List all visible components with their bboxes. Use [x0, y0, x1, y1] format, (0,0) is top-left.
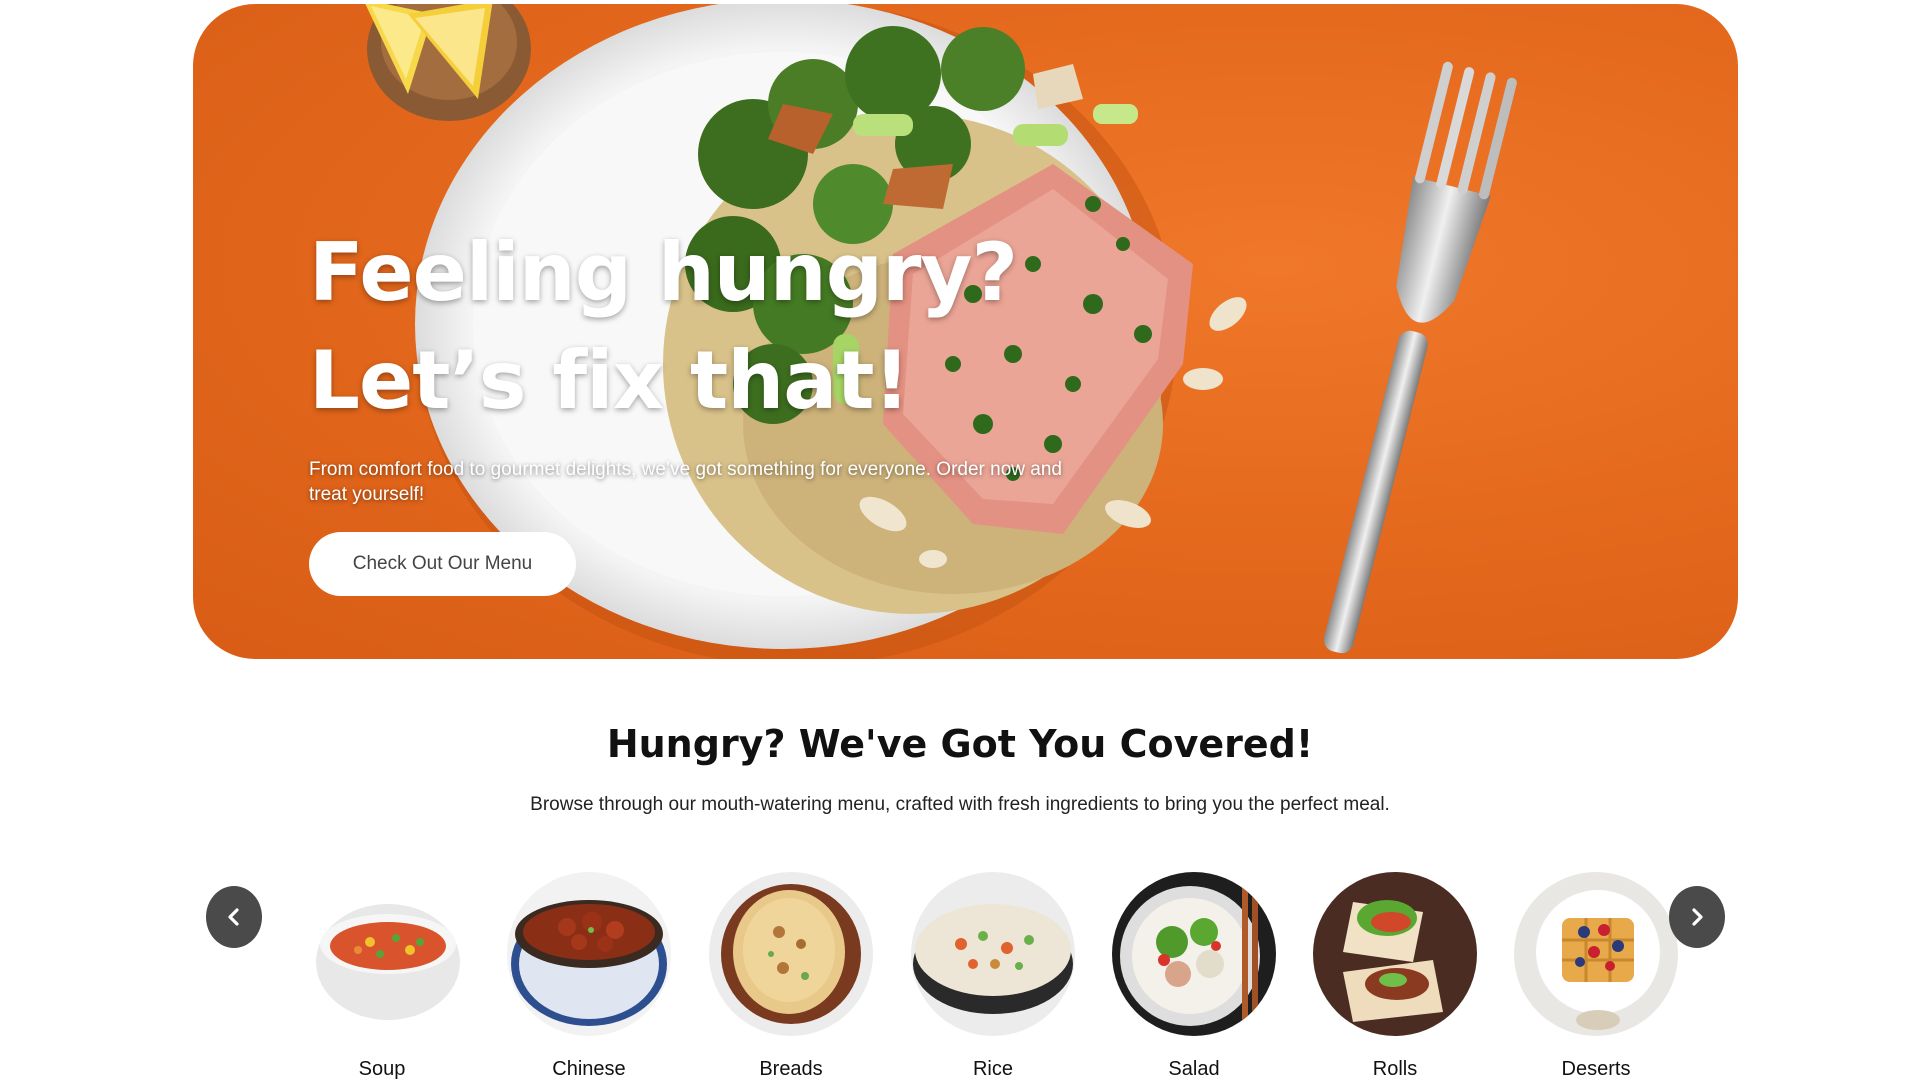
chinese-image — [507, 872, 671, 1036]
category-item-soup[interactable]: Soup — [300, 872, 464, 1080]
chevron-left-icon — [228, 908, 239, 926]
chevron-right-icon — [1692, 908, 1703, 926]
category-item-breads[interactable]: Breads — [709, 872, 873, 1080]
hero-title: Feeling hungry? Let’s fix that! — [309, 219, 1129, 435]
category-item-salad[interactable]: Salad — [1112, 872, 1276, 1080]
category-label: Rolls — [1372, 1058, 1418, 1080]
deserts-image — [1514, 872, 1678, 1036]
soup-image — [300, 872, 464, 1036]
hero-text-block: Feeling hungry? Let’s fix that! From com… — [309, 219, 1129, 507]
breads-image — [709, 872, 873, 1036]
category-label: Soup — [358, 1058, 406, 1080]
carousel-prev-button[interactable] — [206, 886, 262, 948]
hero-banner: Feeling hungry? Let’s fix that! From com… — [193, 4, 1738, 659]
check-menu-button[interactable]: Check Out Our Menu — [309, 532, 576, 596]
category-label: Salad — [1168, 1058, 1220, 1080]
carousel-next-button[interactable] — [1669, 886, 1725, 948]
rolls-image — [1313, 872, 1477, 1036]
salad-image — [1112, 872, 1276, 1036]
category-label: Rice — [972, 1058, 1013, 1080]
category-item-rice[interactable]: Rice — [911, 872, 1075, 1080]
hero-title-line-1: Feeling hungry? — [309, 226, 1018, 319]
category-label: Chinese — [552, 1058, 626, 1080]
section-subtitle: Browse through our mouth-watering menu, … — [530, 794, 1390, 815]
hero-title-line-2: Let’s fix that! — [309, 334, 910, 427]
category-item-chinese[interactable]: Chinese — [507, 872, 671, 1080]
hero-subtitle: From comfort food to gourmet delights, w… — [309, 459, 1062, 505]
section-title: Hungry? We've Got You Covered! — [606, 722, 1314, 766]
category-item-deserts[interactable]: Deserts — [1514, 872, 1678, 1080]
rice-image — [911, 872, 1075, 1036]
category-label: Deserts — [1561, 1058, 1631, 1080]
category-label: Breads — [759, 1058, 823, 1080]
category-item-rolls[interactable]: Rolls — [1313, 872, 1477, 1080]
